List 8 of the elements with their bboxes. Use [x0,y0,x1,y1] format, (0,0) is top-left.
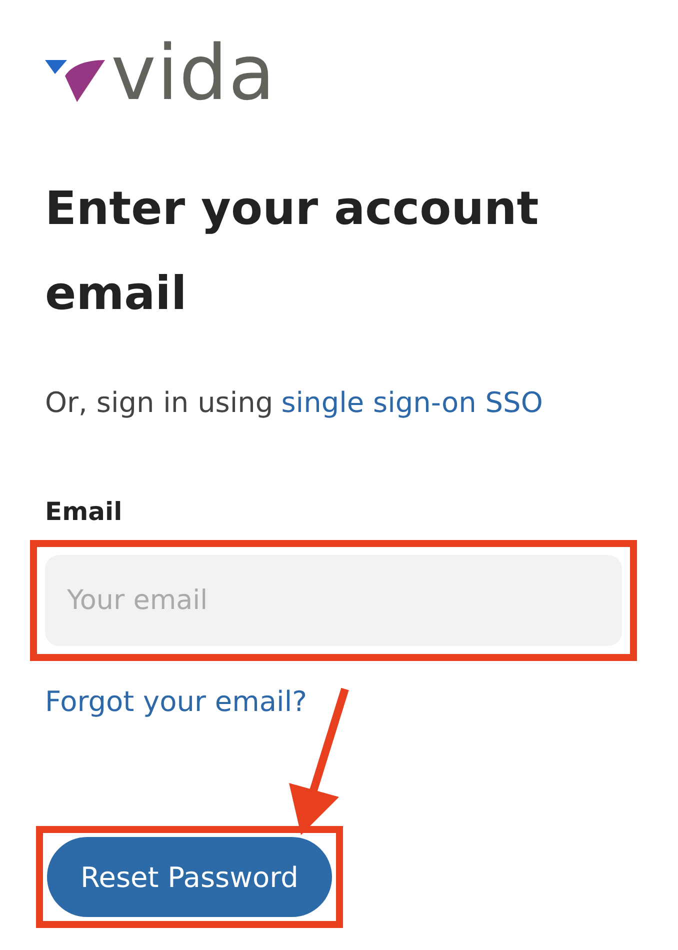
sso-prompt: Or, sign in using [45,386,274,419]
page-heading: Enter your account email [45,180,540,322]
sso-link[interactable]: single sign-on SSO [281,386,543,419]
reset-password-button[interactable]: Reset Password [47,837,332,917]
forgot-email-link[interactable]: Forgot your email? [45,685,678,718]
email-field[interactable]: Your email [45,555,622,646]
email-label: Email [45,497,124,526]
logo-wordmark: vida [111,35,276,111]
